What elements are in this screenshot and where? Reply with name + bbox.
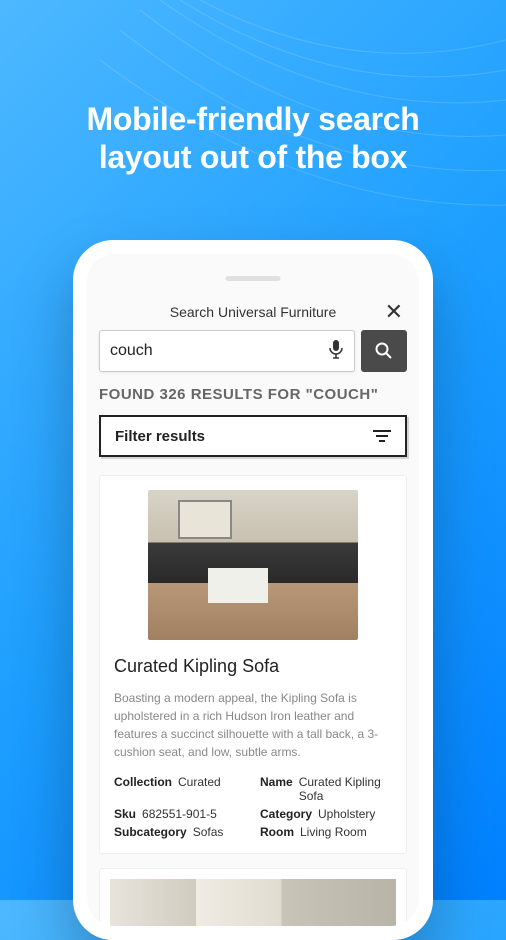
microphone-icon[interactable] bbox=[328, 339, 344, 364]
result-card[interactable]: Curated Kipling Sofa Boasting a modern a… bbox=[99, 475, 407, 854]
filter-results-button[interactable]: Filter results bbox=[99, 415, 407, 457]
attr-name: Name Curated Kipling Sofa bbox=[260, 775, 392, 803]
results-count-heading: FOUND 326 RESULTS FOR "COUCH" bbox=[99, 386, 407, 403]
product-image bbox=[148, 490, 358, 640]
search-button[interactable] bbox=[361, 330, 407, 372]
search-bar bbox=[87, 330, 419, 386]
phone-mockup: Search Universal Furniture ✕ FOUND 326 R… bbox=[73, 240, 433, 940]
modal-header: Search Universal Furniture ✕ bbox=[87, 298, 419, 330]
search-icon bbox=[375, 342, 393, 360]
result-card-next[interactable] bbox=[99, 868, 407, 926]
filter-icon bbox=[373, 429, 391, 443]
search-input-wrapper[interactable] bbox=[99, 330, 355, 372]
attr-category: Category Upholstery bbox=[260, 807, 392, 821]
filter-label: Filter results bbox=[115, 428, 205, 445]
modal-title: Search Universal Furniture bbox=[99, 304, 407, 320]
attr-room: Room Living Room bbox=[260, 825, 392, 839]
close-icon[interactable]: ✕ bbox=[385, 299, 403, 325]
attr-collection: Collection Curated bbox=[114, 775, 246, 803]
page-headline: Mobile-friendly search layout out of the… bbox=[0, 0, 506, 177]
product-description: Boasting a modern appeal, the Kipling So… bbox=[114, 689, 392, 761]
attr-sku: Sku 682551-901-5 bbox=[114, 807, 246, 821]
product-image bbox=[110, 879, 396, 926]
attr-subcategory: Subcategory Sofas bbox=[114, 825, 246, 839]
product-title: Curated Kipling Sofa bbox=[114, 656, 392, 677]
phone-speaker bbox=[226, 276, 281, 281]
search-input[interactable] bbox=[110, 342, 328, 360]
product-attributes: Collection Curated Name Curated Kipling … bbox=[114, 775, 392, 839]
